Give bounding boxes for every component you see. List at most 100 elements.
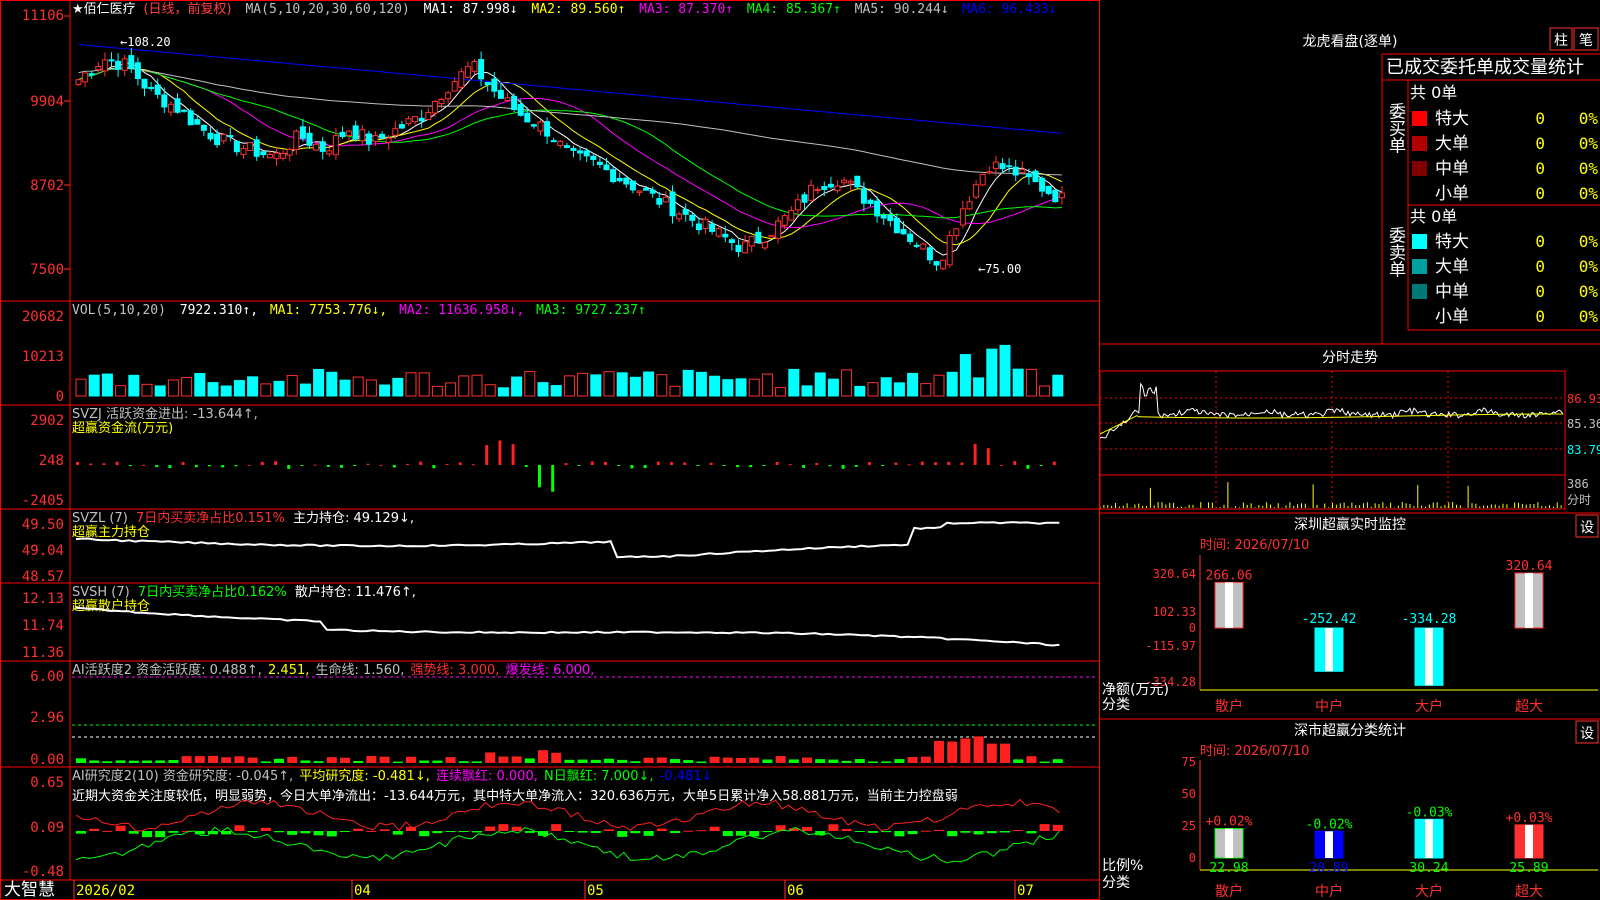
classify-top-label: -0.03% [1406, 805, 1453, 820]
classify-unit-top: 比例% [1102, 858, 1143, 874]
candle-body [913, 244, 920, 247]
date-tick: 06 [787, 883, 804, 899]
volume-bar [88, 374, 100, 397]
candle-body [834, 185, 841, 192]
ai1-bar [868, 761, 878, 763]
ai2-bar [472, 831, 482, 833]
order-swatch [1412, 284, 1427, 299]
order-name: 大单 [1435, 134, 1469, 154]
svsh-axis: 12.13 11.74 11.36 [22, 591, 64, 661]
volume-bar [524, 371, 536, 397]
ai2-bar [564, 831, 575, 832]
classify-category: 大户 [1415, 883, 1443, 900]
candle-body [471, 61, 478, 72]
ai2-bar [986, 831, 997, 834]
ai2-bars [76, 824, 1063, 838]
candle-body [860, 188, 867, 204]
candle-body [742, 241, 749, 254]
volume-bar [867, 382, 879, 397]
candle-body [616, 177, 623, 182]
vol-tick: 20682 [22, 309, 64, 325]
ai2-bar [934, 829, 944, 831]
classify-bar-highlight [1425, 819, 1433, 858]
candle-body [728, 239, 735, 243]
candle-body [557, 140, 564, 146]
candle-body [1032, 170, 1039, 183]
candle-body [293, 130, 300, 150]
ai1-value: 强势线: 3.000, [411, 662, 500, 678]
svzj-bar [379, 464, 383, 466]
intraday-volume [1100, 482, 1562, 508]
candle-body [306, 132, 313, 146]
candle-body [662, 196, 669, 203]
candle-body [425, 112, 432, 121]
order-pct: 0% [1579, 109, 1599, 128]
svzj-bar [260, 461, 264, 465]
classify-value-label: 20.89 [1309, 861, 1348, 876]
svzj-bar [89, 463, 93, 465]
candle-body [115, 60, 122, 70]
buy-total: 共 0单 [1410, 83, 1457, 102]
volume-bar [511, 376, 523, 397]
volume-bar [999, 344, 1011, 397]
volume-bar [260, 383, 272, 397]
ai1-bar [366, 756, 377, 763]
svzj-bar [194, 465, 198, 468]
svzj-bar [802, 465, 805, 468]
ai1-bar [392, 761, 403, 763]
candle-body [801, 194, 808, 203]
monitor-category: 散户 [1215, 698, 1243, 715]
ai1-bar [722, 757, 733, 763]
intraday-grid [1100, 371, 1565, 509]
svzj-bar [392, 465, 396, 468]
volume-bar [181, 377, 193, 397]
kline-chart-area[interactable]: ★佰仁医疗 (日线，前复权) MA(5,10,20,30,60,120) MA1… [0, 0, 1100, 900]
ai2-bar [392, 831, 403, 835]
date-tick: 04 [354, 883, 371, 899]
volume-bar [643, 371, 655, 397]
candle-body [629, 180, 636, 191]
candle-body [253, 139, 260, 157]
candle-body [808, 184, 815, 201]
classify-tick: 25 [1182, 819, 1196, 833]
svsh-tick: 11.36 [22, 645, 64, 661]
candle-body [907, 233, 914, 242]
ai2-tick: -0.48 [22, 864, 64, 880]
ai2-bar [881, 831, 892, 833]
candle-body [583, 150, 590, 157]
candle-body [247, 142, 254, 151]
ai2-bar [617, 831, 628, 837]
candle-body [900, 228, 907, 235]
monitor-axis: 320.64 102.33 0 -115.97 -334.28 [1145, 567, 1196, 689]
candle-body [920, 243, 927, 250]
volume-bar [194, 372, 206, 397]
svzj-tick: -2405 [22, 493, 64, 509]
svzj-bar [920, 461, 924, 465]
ai2-bar [366, 830, 377, 832]
ai2-bar [326, 831, 337, 837]
ai1-value: 2.451, [268, 663, 309, 678]
volume-bar [986, 348, 998, 397]
svsh-holding: 散户持仓: 11.476↑, [295, 584, 416, 600]
ai1-bar [89, 760, 100, 763]
ai1-bar [736, 757, 746, 763]
ai1-bar [788, 759, 799, 763]
monitor-tick: -115.97 [1145, 639, 1196, 653]
ai2-bar [577, 831, 588, 833]
ai2-bar [247, 831, 258, 833]
svzj-bar [709, 462, 713, 465]
volume-bar [616, 372, 628, 397]
candle-body [88, 73, 95, 76]
ai2-bar [142, 831, 152, 838]
volume-bar [603, 371, 615, 397]
ai2-bar [1026, 831, 1037, 834]
sell-total: 共 0单 [1410, 207, 1457, 226]
svzj-bar [142, 464, 145, 466]
ai1-bar [643, 757, 654, 763]
svzj-bar [1000, 464, 1003, 466]
price-axis: 11106 9904 8702 7500 [22, 8, 64, 278]
svzj-bar [287, 465, 291, 469]
monitor-bars: 266.06 散户 -252.42 中户 -334.28 大户 320.64 超大 [1206, 559, 1553, 715]
ai1-bar [894, 759, 905, 763]
volume-bar [920, 383, 932, 397]
